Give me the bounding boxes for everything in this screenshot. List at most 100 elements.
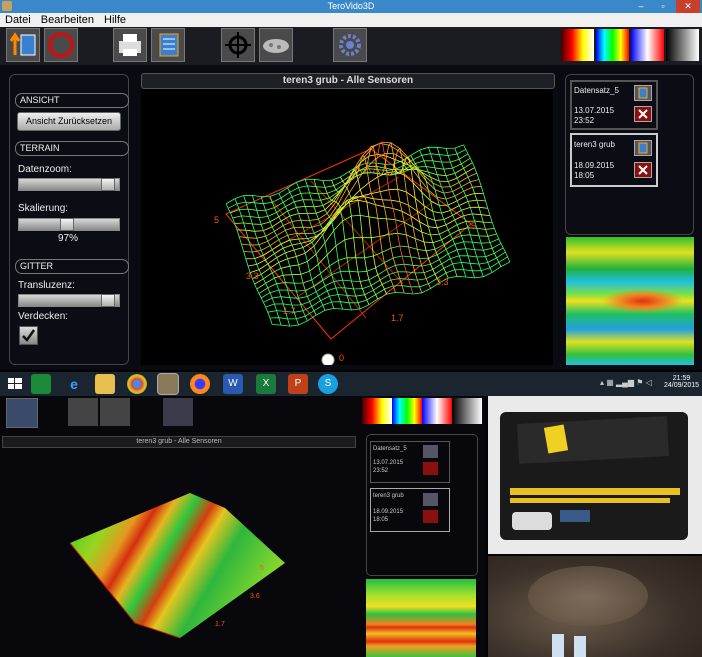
word-icon[interactable]: W — [223, 374, 243, 394]
dataset-delete-icon[interactable] — [634, 162, 652, 178]
dataset-item-copy-2: teren3 grub 18.09.2015 18:05 — [370, 488, 450, 532]
palette-gray — [452, 398, 482, 424]
print-button[interactable] — [113, 28, 147, 62]
palette-heat-button[interactable] — [561, 29, 594, 61]
palette-bluered-button[interactable] — [631, 29, 664, 61]
crosshair-icon — [68, 398, 98, 426]
dataset-item-1[interactable]: Datensatz_5 13.07.2015 23:52 — [570, 80, 658, 130]
record-button[interactable] — [44, 28, 78, 62]
surface-3d: 5 3.6 1.7 — [69, 493, 285, 639]
probe-rod-1 — [510, 488, 680, 495]
datenzoom-thumb[interactable] — [101, 178, 115, 191]
dataset-delete-icon[interactable] — [634, 106, 652, 122]
dataset-name: teren3 grub — [373, 493, 404, 499]
minimize-button[interactable]: – — [632, 0, 650, 13]
transluzenz-slider[interactable] — [18, 294, 120, 307]
dataset-date: 13.07.2015 — [574, 106, 615, 115]
dataset-item-2[interactable]: teren3 grub 18.09.2015 18:05 — [570, 133, 658, 187]
reset-view-button[interactable]: Ansicht Zurücksetzen — [17, 112, 121, 131]
skalierung-label: Skalierung: — [18, 203, 69, 214]
tray-clock[interactable]: 21:59 24/09/2015 — [664, 375, 699, 389]
transluzenz-thumb[interactable] — [101, 294, 115, 307]
skalierung-percent: 97% — [58, 233, 79, 244]
powerpoint-icon[interactable]: P — [288, 374, 308, 394]
export-button[interactable] — [151, 28, 185, 62]
axis-label-5: 5 — [260, 565, 264, 572]
store-icon[interactable] — [31, 374, 51, 394]
field-photo — [488, 556, 702, 657]
gitter-header: GITTER — [15, 259, 129, 274]
excel-icon[interactable]: X — [256, 374, 276, 394]
dataset-open-icon — [423, 493, 438, 506]
skalierung-thumb[interactable] — [60, 218, 74, 231]
dataset-date: 18.09.2015 — [574, 161, 615, 170]
settings-button[interactable] — [333, 28, 367, 62]
heatmap-preview — [566, 237, 694, 365]
dataset-delete-icon — [423, 510, 438, 523]
maximize-button[interactable]: ▫ — [654, 0, 672, 13]
origin-marker[interactable] — [321, 353, 335, 367]
manual-booklet — [543, 424, 569, 454]
viewport-title: teren3 grub - Alle Sensoren — [141, 73, 555, 89]
palette-heat — [362, 398, 392, 424]
axis-label-y-low: 1.7 — [283, 306, 296, 316]
open-dataset-button[interactable] — [6, 28, 40, 62]
axis-label-x-top: 5 — [471, 221, 476, 231]
menu-hilfe[interactable]: Hilfe — [104, 14, 126, 26]
grid-base — [225, 148, 472, 340]
skype-icon[interactable]: S — [318, 374, 338, 394]
tray-icons[interactable]: ▴ ▦ ▂▄▆ ⚑ ◁ — [600, 378, 655, 390]
crosshair-button[interactable] — [221, 28, 255, 62]
palette-rainbow — [392, 398, 422, 424]
ie-icon[interactable]: e — [64, 374, 84, 394]
menu-bearbeiten[interactable]: Bearbeiten — [41, 14, 94, 26]
menu-datei[interactable]: Datei — [5, 14, 31, 26]
case-lid — [517, 416, 669, 464]
mesh-col — [463, 144, 511, 263]
axis-label-y-mid: 3.3 — [246, 271, 259, 281]
dataset-name: teren3 grub — [574, 140, 615, 149]
datenzoom-slider[interactable] — [18, 178, 120, 191]
dataset-open-icon[interactable] — [634, 85, 652, 101]
record-icon — [48, 32, 74, 58]
palette-gray-button[interactable] — [666, 29, 699, 61]
mesh-col — [287, 187, 335, 309]
dataset-date: 13.07.2015 — [373, 460, 404, 466]
close-button[interactable]: ✕ — [676, 0, 700, 13]
palette-rainbow-button[interactable] — [596, 29, 629, 61]
probe-leg-2 — [574, 636, 586, 657]
export-icon — [159, 33, 179, 57]
explorer-icon[interactable] — [95, 374, 115, 394]
3d-viewport[interactable]: 5 3.3 1.7 1.7 3.3 5 0 — [141, 89, 553, 367]
dataset-time: 23:52 — [373, 468, 389, 474]
gear-icon — [339, 34, 361, 56]
axis-label-17: 1.7 — [215, 621, 225, 628]
chrome-icon[interactable] — [127, 374, 147, 394]
heatmap-preview-copy — [366, 579, 476, 657]
app-body: ANSICHT Ansicht Zurücksetzen TERRAIN Dat… — [0, 65, 702, 370]
skalierung-slider[interactable] — [18, 218, 120, 231]
taskbar: e W X P S ▴ ▦ ▂▄▆ ⚑ ◁ 21:59 24/09/2015 — [0, 372, 702, 396]
verdecken-label: Verdecken: — [18, 311, 69, 322]
gear-icon — [163, 398, 193, 426]
terrain-icon — [100, 398, 130, 426]
terrain-view-button[interactable] — [259, 28, 293, 62]
wire-mesh — [225, 141, 511, 327]
toolbar — [0, 27, 702, 65]
palette-bluered — [422, 398, 452, 424]
verdecken-checkbox[interactable] — [19, 326, 38, 345]
mesh-row — [247, 188, 486, 267]
axis-label-y-top: 5 — [214, 215, 219, 225]
ground-patch — [528, 566, 648, 626]
start-button[interactable] — [5, 374, 25, 394]
dataset-name: Datensatz_5 — [373, 446, 407, 452]
dataset-open-icon[interactable] — [634, 140, 652, 156]
mesh-row — [239, 142, 477, 239]
firefox-icon[interactable] — [190, 374, 210, 394]
tray-date: 24/09/2015 — [664, 382, 700, 389]
dataset-time: 18:05 — [373, 517, 389, 523]
tray-time: 21:59 — [672, 375, 691, 382]
dataset-name: Datensatz_5 — [574, 86, 619, 95]
terovido-icon[interactable] — [157, 373, 179, 395]
dataset-panel: Datensatz_5 13.07.2015 23:52 teren3 grub… — [565, 74, 694, 235]
